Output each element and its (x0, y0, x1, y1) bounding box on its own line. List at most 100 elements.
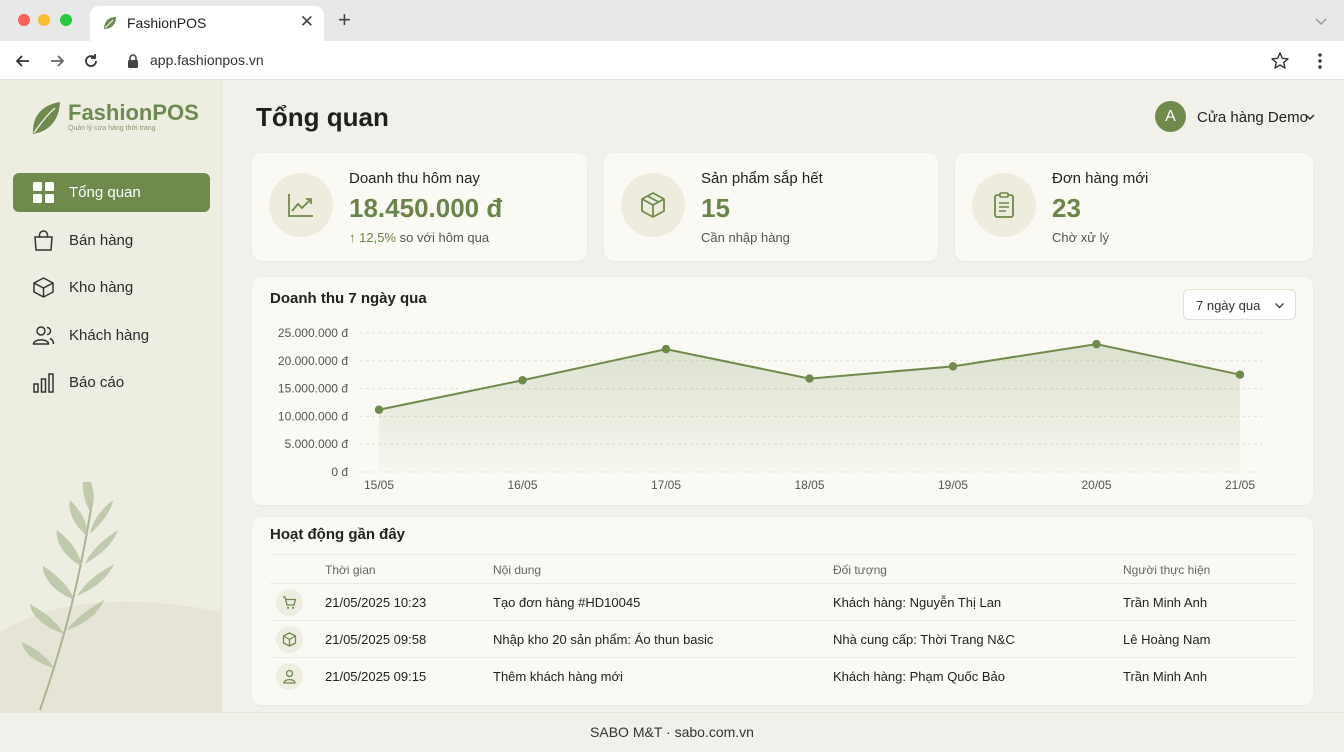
range-select[interactable]: 7 ngày qua (1183, 289, 1296, 320)
stat-label: Doanh thu hôm nay (349, 170, 480, 187)
leaf-icon (104, 17, 116, 29)
browser-tab[interactable]: FashionPOS ✕ (90, 6, 324, 41)
data-point[interactable] (1092, 339, 1101, 349)
y-tick-label: 25.000.000 đ (278, 326, 348, 340)
stat-label: Đơn hàng mới (1052, 170, 1149, 187)
sidebar-item-label: Kho hàng (69, 279, 134, 296)
sidebar-item-inventory[interactable]: Kho hàng (13, 268, 210, 307)
data-point[interactable] (948, 362, 958, 371)
cell-content: Tạo đơn hàng #HD10045 (493, 595, 641, 610)
close-tab-icon[interactable]: ✕ (300, 12, 314, 32)
stat-card-new-orders: Đơn hàng mới 23 Chờ xử lý (955, 153, 1313, 261)
column-header[interactable]: Đối tượng (833, 563, 887, 577)
tab-title: FashionPOS (127, 15, 207, 31)
table-row[interactable]: 21/05/2025 10:23 Tạo đơn hàng #HD10045 K… (270, 584, 1296, 621)
stat-card-low-stock: Sản phẩm sắp hết 15 Cần nhập hàng (604, 153, 938, 261)
revenue-chart: 0 đ 5.000.000 đ 10.000.000 đ 15.000.000 đ 20… (278, 326, 1262, 492)
stat-value: 15 (701, 193, 730, 223)
maximize-window-button[interactable] (60, 14, 72, 26)
column-header[interactable]: Nội dung (493, 563, 541, 577)
lock-icon (128, 54, 138, 68)
more-menu-icon[interactable] (1312, 51, 1328, 71)
user-name: Cửa hàng Demo (1197, 109, 1308, 126)
y-tick-label: 10.000.000 đ (278, 409, 348, 423)
x-tick-label: 20/05 (1081, 478, 1111, 492)
revenue-chart-card: 0 đ 5.000.000 đ 10.000.000 đ 15.000.000 đ 20… (252, 277, 1313, 505)
x-tick-label: 19/05 (938, 478, 968, 492)
stat-icon-circle (269, 173, 333, 237)
footer: SABO M&T · sabo.com.vn (0, 712, 1344, 752)
stat-icon-circle (621, 173, 685, 237)
address-bar: app.fashionpos.vn (0, 41, 1344, 80)
y-tick-label: 20.000.000 đ (278, 354, 348, 368)
cell-content: Nhập kho 20 sản phẩm: Áo thun basic (493, 632, 714, 647)
data-point[interactable] (1235, 370, 1245, 379)
x-tick-label: 18/05 (794, 478, 824, 492)
y-tick-label: 0 đ (331, 465, 348, 479)
bookmark-star-icon[interactable] (1270, 51, 1290, 71)
data-point[interactable] (374, 405, 384, 414)
close-window-button[interactable] (18, 14, 30, 26)
growth-caption: so với hôm qua (399, 230, 490, 245)
forward-icon[interactable] (47, 51, 67, 71)
clipboard-icon (994, 192, 1014, 218)
data-point[interactable] (661, 344, 671, 354)
row-icon-circle (276, 663, 303, 690)
shopping-bag-icon (34, 229, 53, 251)
grid-icon (33, 182, 54, 203)
stat-subtext: Chờ xử lý (1052, 230, 1109, 245)
chart-title: Doanh thu 7 ngày qua (270, 290, 427, 307)
sidebar-item-label: Tổng quan (69, 184, 141, 201)
new-tab-icon[interactable]: + (338, 9, 351, 31)
sidebar: FashionPOS Quản lý cửa hàng thời trang T… (0, 80, 222, 712)
cell-target: Nhà cung cấp: Thời Trang N&C (833, 632, 1015, 647)
trend-up-icon (288, 194, 313, 217)
cell-time: 21/05/2025 09:58 (325, 632, 427, 647)
sidebar-item-overview[interactable]: Tổng quan (13, 173, 210, 212)
reload-icon[interactable] (81, 51, 101, 71)
table-row[interactable]: 21/05/2025 09:58 Nhập kho 20 sản phẩm: Á… (270, 621, 1296, 658)
page-title: Tổng quan (256, 102, 389, 132)
row-icon-circle (276, 626, 303, 653)
sidebar-item-customers[interactable]: Khách hàng (13, 316, 210, 355)
logo-tagline: Quản lý cửa hàng thời trang (68, 125, 156, 132)
stat-label: Sản phẩm sắp hết (701, 170, 823, 187)
range-select-value: 7 ngày qua (1196, 298, 1261, 313)
users-icon (32, 325, 55, 345)
browser-tab-bar: FashionPOS ✕ + (0, 0, 1344, 41)
sidebar-item-label: Khách hàng (69, 326, 150, 344)
logo-name: FashionPOS (68, 100, 199, 125)
table-row[interactable]: 21/05/2025 09:15 Thêm khách hàng mới Khá… (270, 658, 1296, 695)
back-icon[interactable] (13, 51, 33, 71)
revenue-area (379, 344, 1240, 472)
cell-time: 21/05/2025 10:23 (325, 595, 427, 610)
column-header[interactable]: Thời gian (325, 563, 376, 577)
package-icon (641, 192, 665, 218)
sidebar-item-reports[interactable]: Báo cáo (13, 363, 210, 402)
row-icon-circle (276, 589, 303, 616)
x-tick-label: 21/05 (1225, 478, 1255, 492)
user-icon (283, 669, 296, 684)
chevron-down-icon (1275, 303, 1284, 309)
sidebar-item-sales[interactable]: Bán hàng (13, 221, 210, 260)
chevron-down-icon (1305, 114, 1315, 121)
url-field[interactable]: app.fashionpos.vn (150, 52, 264, 68)
recent-activity-card: Hoạt động gần đây Thời gian Nội dung Đối… (252, 517, 1313, 705)
stat-value: 23 (1052, 193, 1081, 223)
stat-value: 18.450.000 đ (349, 193, 503, 223)
stat-card-revenue: Doanh thu hôm nay 18.450.000 đ ↑ 12,5% s… (252, 153, 587, 261)
cart-icon (283, 596, 297, 609)
cell-target: Khách hàng: Nguyễn Thị Lan (833, 595, 1002, 610)
activity-title: Hoạt động gần đây (270, 526, 405, 543)
data-point[interactable] (805, 374, 814, 383)
logo-leaf-icon (32, 102, 60, 134)
chevron-down-icon[interactable] (1314, 14, 1328, 28)
column-header[interactable]: Người thực hiện (1123, 563, 1210, 577)
data-point[interactable] (518, 376, 527, 385)
stat-subtext: Cần nhập hàng (701, 230, 790, 245)
growth-percent: 12,5% (359, 230, 396, 245)
y-tick-label: 15.000.000 đ (278, 382, 348, 396)
activity-table-header: Thời gian Nội dung Đối tượng Người thực … (270, 554, 1296, 584)
x-tick-label: 15/05 (364, 478, 394, 492)
minimize-window-button[interactable] (38, 14, 50, 26)
